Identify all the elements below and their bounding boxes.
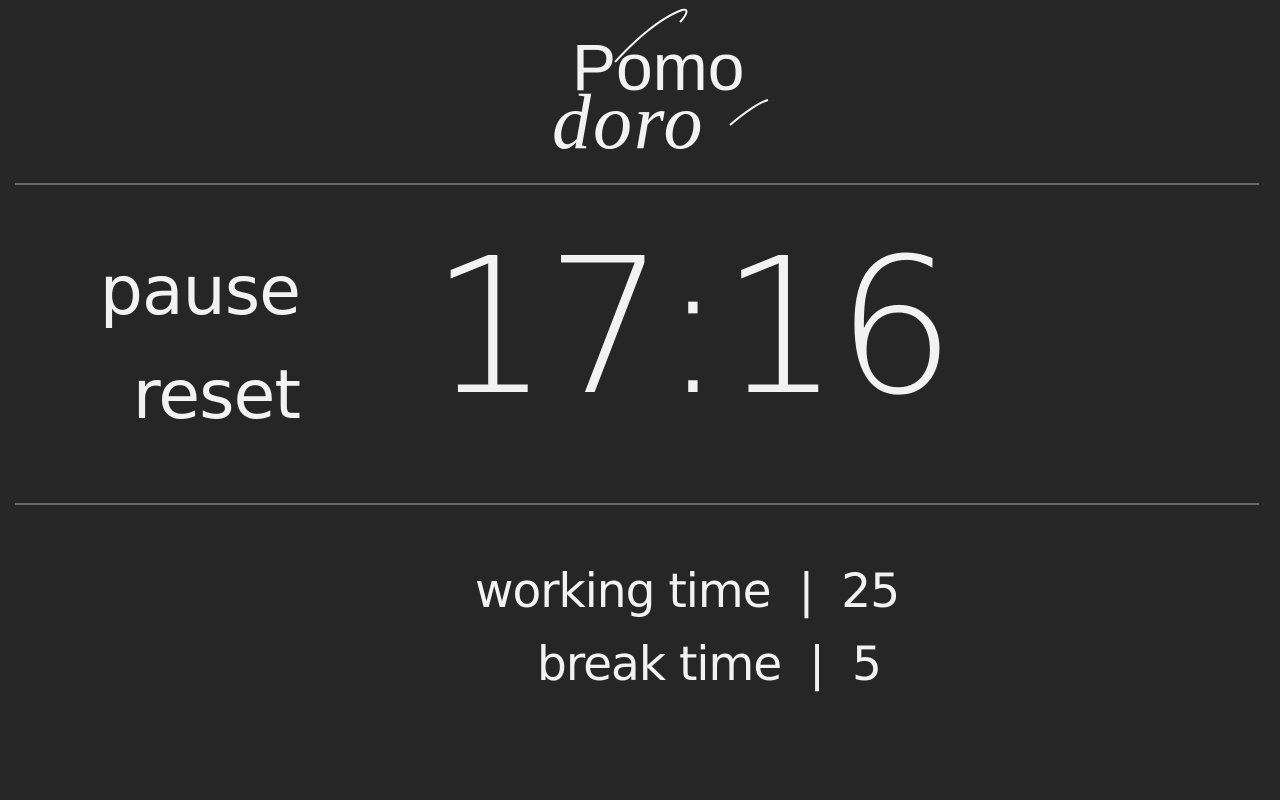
working-time-setting[interactable]: working time | 25	[475, 562, 900, 622]
break-time-label: break time	[537, 637, 782, 692]
pomodoro-page: Pomo doro pause reset 17:16 working time…	[0, 0, 1280, 800]
working-time-separator: |	[798, 564, 815, 619]
break-time-separator: |	[809, 637, 825, 692]
logo-text-bottom: doro	[552, 78, 704, 165]
timer-controls: pause reset	[60, 240, 301, 448]
logo-wordmark: Pomo doro	[552, 8, 769, 165]
countdown-timer: 17:16	[430, 218, 956, 437]
app-logo: Pomo doro	[540, 0, 780, 170]
break-time-setting[interactable]: break time | 5	[537, 635, 882, 695]
top-divider	[15, 183, 1259, 185]
reset-button[interactable]: reset	[60, 344, 301, 448]
pause-button[interactable]: pause	[60, 240, 301, 344]
break-time-value: 5	[851, 637, 882, 692]
working-time-label: working time	[475, 564, 772, 619]
working-time-value: 25	[841, 564, 900, 619]
bottom-divider	[15, 503, 1259, 505]
